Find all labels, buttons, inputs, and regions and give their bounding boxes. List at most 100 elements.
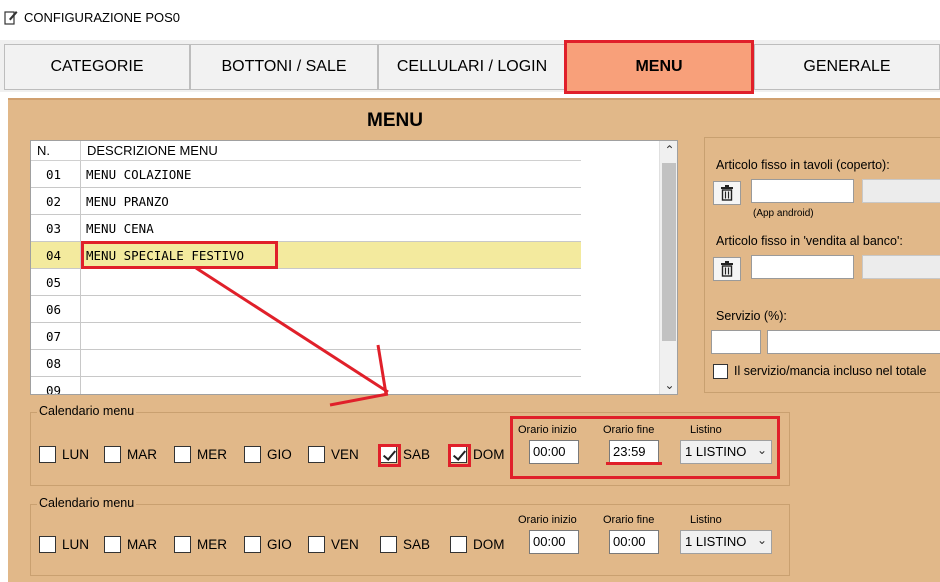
day-gio-checkbox[interactable]: GIO bbox=[244, 446, 292, 463]
day-label: SAB bbox=[403, 447, 431, 462]
list-item[interactable]: 06 bbox=[31, 296, 581, 323]
day-sab-checkbox[interactable]: SAB bbox=[378, 444, 431, 467]
row-number: 03 bbox=[31, 215, 81, 242]
day-dom-checkbox[interactable]: DOM bbox=[448, 444, 505, 467]
calendar-legend: Calendario menu bbox=[37, 496, 137, 510]
list-item[interactable]: 07 bbox=[31, 323, 581, 350]
day-lun-checkbox[interactable]: LUN bbox=[39, 446, 89, 463]
row-description: MENU PRANZO bbox=[86, 194, 169, 209]
annotation-highlight-checkbox bbox=[378, 444, 401, 467]
row-number: 06 bbox=[31, 296, 81, 323]
annotation-highlight-row bbox=[81, 241, 278, 269]
checkbox-checked[interactable] bbox=[448, 444, 471, 467]
servizio-percent-field[interactable] bbox=[711, 330, 761, 354]
checkbox[interactable] bbox=[450, 536, 467, 553]
row-number: 07 bbox=[31, 323, 81, 350]
checkbox[interactable] bbox=[174, 446, 191, 463]
app-pencil-icon bbox=[4, 11, 18, 25]
list-item[interactable]: 09 bbox=[31, 377, 581, 394]
list-item[interactable]: 08 bbox=[31, 350, 581, 377]
tab-generale[interactable]: GENERALE bbox=[754, 44, 940, 90]
day-mer-checkbox[interactable]: MER bbox=[174, 446, 227, 463]
day-label: MER bbox=[197, 447, 227, 462]
end-time-field[interactable]: 00:00 bbox=[609, 530, 659, 554]
servizio-label: Servizio (%): bbox=[716, 309, 787, 323]
day-lun-checkbox[interactable]: LUN bbox=[39, 536, 89, 553]
app-android-note: (App android) bbox=[753, 208, 814, 219]
servizio-desc-field[interactable] bbox=[767, 330, 940, 354]
day-label: MER bbox=[197, 537, 227, 552]
row-description: MENU COLAZIONE bbox=[86, 167, 192, 182]
row-number: 01 bbox=[31, 161, 81, 188]
chevron-down-icon[interactable]: ⌄ bbox=[660, 376, 677, 394]
column-header-number[interactable]: N. bbox=[37, 143, 50, 158]
checkbox[interactable] bbox=[244, 446, 261, 463]
day-label: GIO bbox=[267, 537, 292, 552]
checkbox[interactable] bbox=[380, 536, 397, 553]
checkbox[interactable] bbox=[39, 536, 56, 553]
day-label: MAR bbox=[127, 447, 157, 462]
day-label: LUN bbox=[62, 447, 90, 462]
calendar-legend: Calendario menu bbox=[37, 404, 137, 418]
window-title: CONFIGURAZIONE POS0 bbox=[24, 10, 181, 25]
checkbox[interactable] bbox=[308, 446, 325, 463]
tab-bottoni-sale[interactable]: BOTTONI / SALE bbox=[190, 44, 378, 90]
day-label: LUN bbox=[62, 537, 90, 552]
list-item[interactable]: 01 MENU COLAZIONE bbox=[31, 161, 581, 188]
banco-code-field[interactable] bbox=[751, 255, 854, 279]
list-scrollbar[interactable]: ⌃ ⌄ bbox=[659, 141, 677, 394]
checkbox[interactable] bbox=[104, 446, 121, 463]
annotation-highlight-checkbox bbox=[448, 444, 471, 467]
tab-categorie[interactable]: CATEGORIE bbox=[4, 44, 190, 90]
day-mar-checkbox[interactable]: MAR bbox=[104, 536, 157, 553]
row-number: 09 bbox=[31, 377, 81, 394]
day-label: DOM bbox=[473, 537, 505, 552]
annotation-underline bbox=[606, 462, 662, 465]
start-time-field[interactable]: 00:00 bbox=[529, 530, 579, 554]
row-description: MENU CENA bbox=[86, 221, 154, 236]
banco-label: Articolo fisso in 'vendita al banco': bbox=[716, 234, 903, 248]
chevron-up-icon[interactable]: ⌃ bbox=[660, 141, 677, 159]
scrollbar-thumb[interactable] bbox=[662, 163, 676, 341]
column-header-description[interactable]: DESCRIZIONE MENU bbox=[87, 143, 218, 158]
day-ven-checkbox[interactable]: VEN bbox=[308, 536, 359, 553]
list-item[interactable]: 02 MENU PRANZO bbox=[31, 188, 581, 215]
day-gio-checkbox[interactable]: GIO bbox=[244, 536, 292, 553]
checkbox-checked[interactable] bbox=[378, 444, 401, 467]
day-label: VEN bbox=[331, 537, 359, 552]
listino-value: 1 LISTINO bbox=[685, 534, 747, 549]
tab-menu[interactable]: MENU bbox=[564, 40, 754, 94]
servizio-included-label: Il servizio/mancia incluso nel totale bbox=[734, 364, 927, 378]
listino-select[interactable]: 1 LISTINO ⌄ bbox=[680, 530, 772, 554]
servizio-included-checkbox[interactable] bbox=[713, 364, 728, 379]
tab-cellulari-login[interactable]: CELLULARI / LOGIN bbox=[378, 44, 566, 90]
coperto-code-field[interactable] bbox=[751, 179, 854, 203]
checkbox[interactable] bbox=[244, 536, 261, 553]
panel-title: MENU bbox=[367, 110, 423, 131]
list-item[interactable]: 03 MENU CENA bbox=[31, 215, 581, 242]
list-item[interactable]: 05 bbox=[31, 269, 581, 296]
day-label: SAB bbox=[403, 537, 431, 552]
day-label: DOM bbox=[473, 447, 505, 462]
chevron-down-icon: ⌄ bbox=[756, 533, 767, 547]
day-ven-checkbox[interactable]: VEN bbox=[308, 446, 359, 463]
day-label: GIO bbox=[267, 447, 292, 462]
day-sab-checkbox[interactable]: SAB bbox=[380, 536, 430, 553]
row-number: 05 bbox=[31, 269, 81, 296]
start-time-label: Orario inizio bbox=[518, 514, 577, 526]
trash-icon[interactable] bbox=[713, 181, 741, 205]
title-bar: CONFIGURAZIONE POS0 bbox=[0, 0, 940, 36]
day-mer-checkbox[interactable]: MER bbox=[174, 536, 227, 553]
coperto-desc-field bbox=[862, 179, 940, 203]
side-settings: Articolo fisso in tavoli (coperto): (App… bbox=[704, 137, 940, 393]
list-header: N. DESCRIZIONE MENU bbox=[31, 141, 581, 161]
checkbox[interactable] bbox=[104, 536, 121, 553]
listino-label: Listino bbox=[690, 514, 722, 526]
day-mar-checkbox[interactable]: MAR bbox=[104, 446, 157, 463]
checkbox[interactable] bbox=[308, 536, 325, 553]
checkbox[interactable] bbox=[174, 536, 191, 553]
row-number: 04 bbox=[31, 242, 81, 269]
day-dom-checkbox[interactable]: DOM bbox=[450, 536, 505, 553]
checkbox[interactable] bbox=[39, 446, 56, 463]
trash-icon[interactable] bbox=[713, 257, 741, 281]
